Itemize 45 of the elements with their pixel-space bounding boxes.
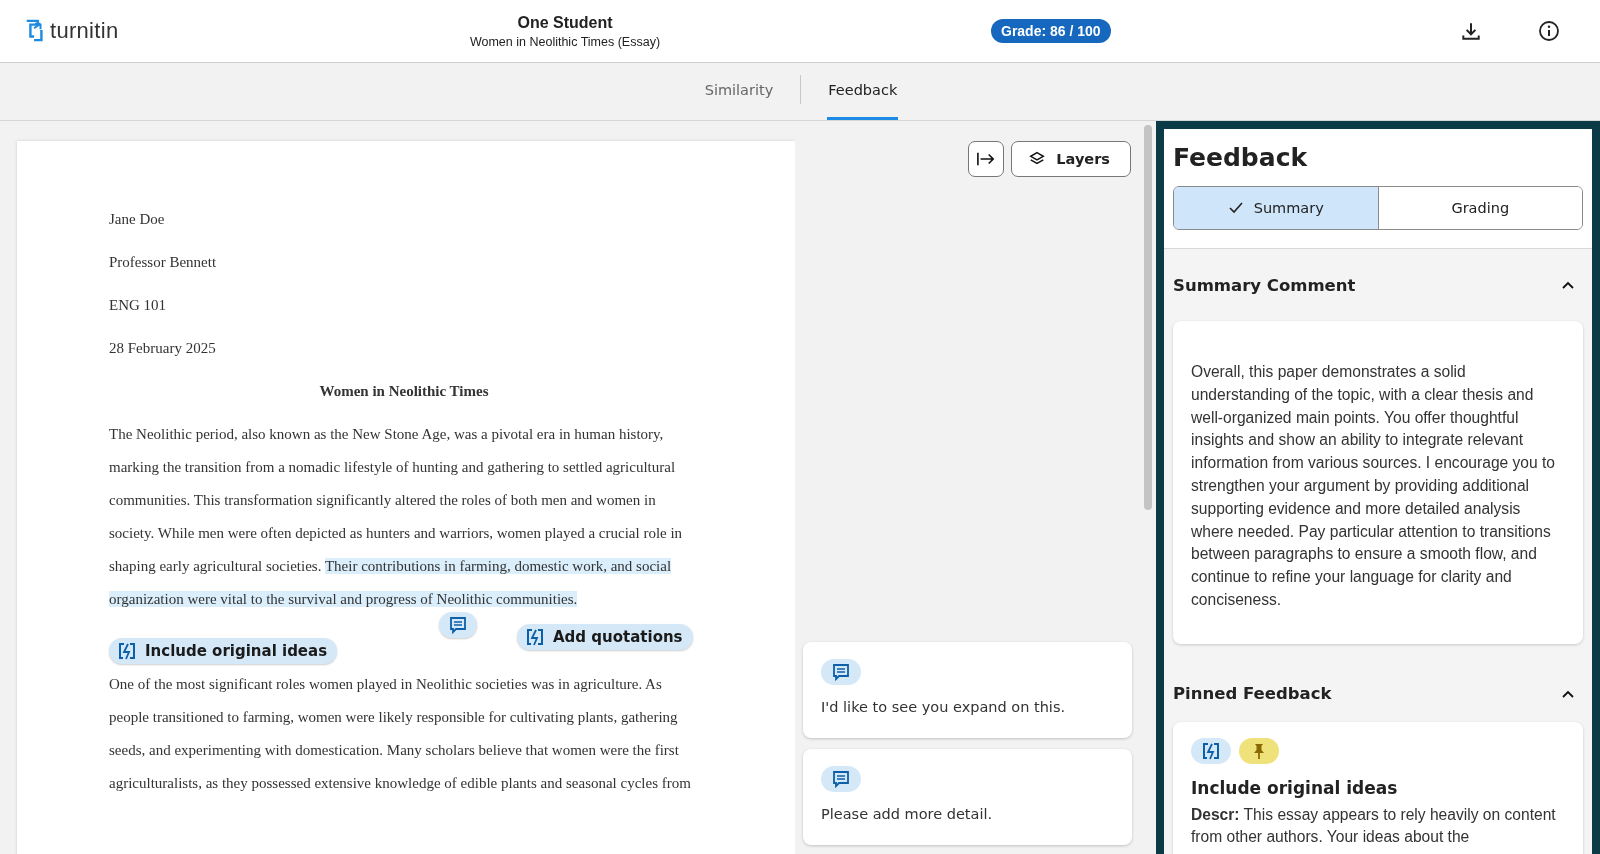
bolt-icon bbox=[1191, 737, 1231, 764]
bolt-icon bbox=[117, 641, 137, 661]
logo-text: turnitin bbox=[50, 18, 119, 44]
scrollbar-thumb[interactable] bbox=[1144, 125, 1152, 510]
tab[interactable]: Feedback bbox=[827, 63, 899, 120]
essay-title: Women in Neolithic Times bbox=[318, 382, 490, 401]
view-toggle[interactable]: Summary bbox=[1174, 187, 1378, 229]
grade-badge: Grade: 86 / 100 bbox=[991, 19, 1111, 43]
chevron-icon[interactable] bbox=[1561, 688, 1575, 699]
tab[interactable]: Similarity bbox=[703, 63, 775, 120]
comment-card[interactable]: Please add more detail. bbox=[803, 749, 1132, 845]
collapse-button[interactable] bbox=[968, 141, 1005, 177]
summary-text: Overall, this paper demonstrates a solid understanding of the topic, with a clear thesis and well-organized main points. You offer thoughtful insights and show an ability to integrate relevant information from various sources. I encourage you to strengthen your argument by providing additional supporting evidence and more detailed analysis where needed. Pay particular attention to transitions between paragraphs to ensure a smooth flow, and continue to refine your language for clarity and conciseness. bbox=[1191, 362, 1557, 610]
chevron-icon[interactable] bbox=[1561, 280, 1575, 290]
essay-header-line: ENG 101 bbox=[109, 296, 168, 315]
comment-icon bbox=[821, 766, 861, 792]
view-toggle[interactable]: Grading bbox=[1377, 187, 1582, 229]
section-title: Pinned Feedback bbox=[1173, 684, 1332, 704]
essay-header-line: Jane Doe bbox=[109, 210, 166, 229]
essay-paragraph: The Neolithic period, also known as the New Stone Age, was a pivotal era in human history, marking the transition from a nomadic lifestyle of hunting and gathering to settled agricultural communities. This transformation significantly altered the roles of both men and women in society. While men were often depicted as hunters and warriors, women played a crucial role in shaping early agricultural societies. Their contributions in farming, domestic work, and social organization were vital to the survival and progress of Neolithic communities. bbox=[109, 425, 684, 609]
feedback-title: Include original ideas bbox=[1191, 777, 1398, 798]
essay-header-line: 28 February 2025 bbox=[109, 339, 217, 358]
comment-text: Please add more detail. bbox=[821, 806, 993, 822]
panel-title: Feedback bbox=[1173, 143, 1309, 172]
comment-icon bbox=[448, 615, 468, 635]
feedback-description: Descr: This essay appears to rely heavily on content from other authors. Your ideas about the bbox=[1191, 804, 1557, 847]
logo-icon bbox=[24, 18, 46, 44]
check-icon bbox=[1227, 200, 1244, 216]
download-icon[interactable] bbox=[1460, 20, 1482, 42]
comment-marker[interactable] bbox=[439, 612, 477, 638]
comment-icon bbox=[821, 659, 861, 685]
feedback-marker[interactable]: Add quotations bbox=[517, 624, 693, 650]
layers-button[interactable]: Layers bbox=[1011, 141, 1131, 177]
comment-text: I'd like to see you expand on this. bbox=[821, 699, 1066, 715]
assignment-title: Women in Neolithic Times (Essay) bbox=[469, 34, 661, 49]
comment-card[interactable]: I'd like to see you expand on this. bbox=[803, 642, 1132, 738]
essay-paragraph: One of the most significant roles women played in Neolithic societies was in agriculture. As people transitioned to farming, women were likely responsible for cultivating plants, gathering seeds, and experimenting with domestication. Many scholars believe that women were the first agriculturalists, as they possessed extensive knowledge of edible plants and seasonal cycles from bbox=[109, 675, 692, 793]
essay-header-line: Professor Bennett bbox=[109, 253, 218, 272]
section-title: Summary Comment bbox=[1173, 275, 1356, 295]
feedback-marker[interactable]: Include original ideas bbox=[109, 638, 338, 664]
pin-icon[interactable] bbox=[1239, 737, 1279, 764]
info-icon[interactable] bbox=[1538, 20, 1560, 42]
student-name: One Student bbox=[517, 13, 613, 32]
feedback-card[interactable]: Include original ideas Descr: This essay appears to rely heavily on content from other authors. Your ideas about the bbox=[1173, 721, 1583, 854]
bolt-icon bbox=[525, 627, 545, 647]
